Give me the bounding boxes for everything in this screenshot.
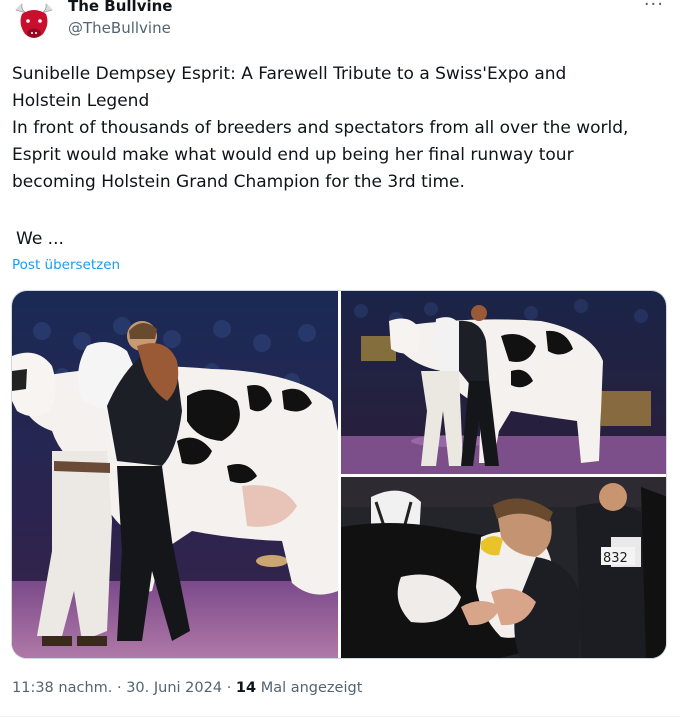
tweet-line: Esprit would make what would end up bein… [12, 145, 574, 165]
tweet-time[interactable]: 11:38 nachm. [12, 680, 112, 696]
photo-handlers-embrace-cow[interactable] [12, 291, 338, 658]
more-options-icon[interactable]: ··· [644, 0, 664, 15]
display-name[interactable]: The Bullvine [68, 0, 172, 16]
number-bib-text: 832 [603, 551, 628, 566]
tweet-text: Sunibelle Dempsey Esprit: A Farewell Tri… [12, 61, 668, 196]
tweet-line: becoming Holstein Grand Champion for the… [12, 172, 465, 192]
photo-arena-wide-shot[interactable] [341, 291, 666, 474]
truncated-text[interactable]: We ... [16, 227, 64, 251]
author-block[interactable]: The Bullvine @TheBullvine [68, 0, 172, 38]
tweet-date[interactable]: 30. Juni 2024 [126, 680, 222, 696]
meta-separator: · [116, 680, 122, 696]
tweet-meta: 11:38 nachm. · 30. Juni 2024 · 14 Mal an… [12, 680, 362, 696]
views-count: 14 [235, 680, 257, 696]
media-grid: 832 [11, 290, 667, 659]
views-label: Mal angezeigt [260, 680, 363, 696]
translate-link[interactable]: Post übersetzen [12, 257, 120, 273]
bull-head-logo-icon [12, 0, 56, 44]
avatar[interactable] [12, 0, 56, 44]
meta-separator: · [226, 680, 232, 696]
tweet-line: In front of thousands of breeders and sp… [12, 118, 629, 138]
tweet-line: Holstein Legend [12, 91, 150, 111]
handle[interactable]: @TheBullvine [68, 18, 172, 38]
divider [0, 716, 680, 717]
tweet-line: Sunibelle Dempsey Esprit: A Farewell Tri… [12, 64, 567, 84]
photo-cow-closeup-hug[interactable]: 832 [341, 477, 666, 658]
